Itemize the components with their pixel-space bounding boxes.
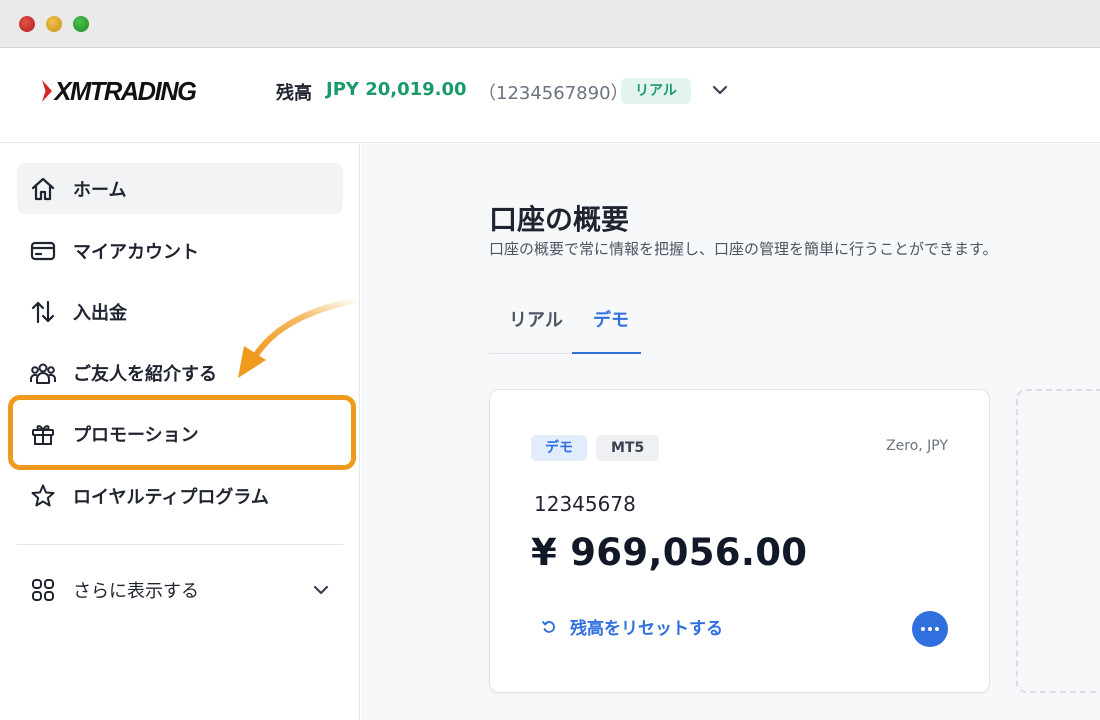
grid-icon	[32, 579, 54, 601]
dot-icon	[928, 627, 932, 631]
chevron-down-icon	[313, 585, 329, 595]
more-options-button[interactable]	[912, 611, 948, 647]
page-title: 口座の概要	[489, 203, 630, 236]
platform-badge: MT5	[596, 435, 660, 461]
balance-value: JPY 20,019.00	[326, 79, 467, 100]
sidebar-item-label: 入出金	[73, 302, 127, 324]
reset-balance-label: 残高をリセットする	[570, 619, 723, 639]
sidebar-item-home[interactable]: ホーム	[17, 163, 343, 214]
add-account-placeholder[interactable]	[1016, 389, 1100, 693]
active-tab-indicator	[572, 352, 641, 354]
window-titlebar	[0, 0, 1100, 48]
dot-icon	[921, 627, 925, 631]
close-window-button[interactable]	[19, 16, 35, 32]
chevron-down-icon[interactable]	[710, 80, 730, 100]
reset-icon	[542, 620, 555, 633]
sidebar-item-loyalty-program[interactable]: ロイヤルティプログラム	[17, 470, 343, 521]
pointer-arrow-icon	[238, 297, 361, 378]
account-type-badge: リアル	[621, 78, 691, 104]
card-icon	[30, 241, 56, 261]
users-icon	[29, 363, 57, 384]
reset-balance-button[interactable]: 残高をリセットする	[542, 614, 723, 639]
minimize-window-button[interactable]	[46, 16, 62, 32]
sidebar-divider	[17, 544, 343, 545]
account-type-badge: デモ	[531, 435, 587, 461]
transfer-arrows-icon	[31, 300, 55, 324]
xmtrading-logo[interactable]: XMTRADING	[42, 76, 197, 106]
account-kind: Zero, JPY	[886, 438, 948, 454]
main-content: 口座の概要 口座の概要で常に情報を把握し、口座の管理を簡単に行うことができます。…	[361, 144, 1100, 720]
logo-mark-icon	[42, 80, 52, 102]
tab-demo[interactable]: デモ	[593, 306, 629, 332]
sidebar-item-label: さらに表示する	[73, 580, 199, 602]
card-account-number: 12345678	[534, 492, 636, 516]
sidebar-show-more[interactable]: さらに表示する	[17, 564, 343, 615]
sidebar-item-label: ロイヤルティプログラム	[73, 486, 269, 508]
sidebar-item-label: ホーム	[73, 179, 127, 201]
dot-icon	[935, 627, 939, 631]
account-number: （1234567890）	[478, 83, 629, 104]
maximize-window-button[interactable]	[73, 16, 89, 32]
home-icon	[31, 177, 55, 201]
sidebar-item-label: ご友人を紹介する	[73, 363, 217, 385]
tab-real[interactable]: リアル	[509, 306, 563, 332]
balance-label: 残高	[276, 83, 312, 104]
star-icon	[31, 484, 55, 507]
promotion-highlight-box	[8, 395, 356, 470]
top-header: XMTRADING 残高 JPY 20,019.00 （1234567890） …	[0, 48, 1100, 143]
sidebar-item-my-account[interactable]: マイアカウント	[17, 225, 343, 276]
card-balance: ¥ 969,056.00	[531, 531, 808, 574]
page-subtitle: 口座の概要で常に情報を把握し、口座の管理を簡単に行うことができます。	[489, 240, 998, 258]
demo-account-card[interactable]: デモ MT5 Zero, JPY 12345678 ¥ 969,056.00 残…	[489, 389, 990, 693]
sidebar-item-label: マイアカウント	[73, 241, 199, 263]
